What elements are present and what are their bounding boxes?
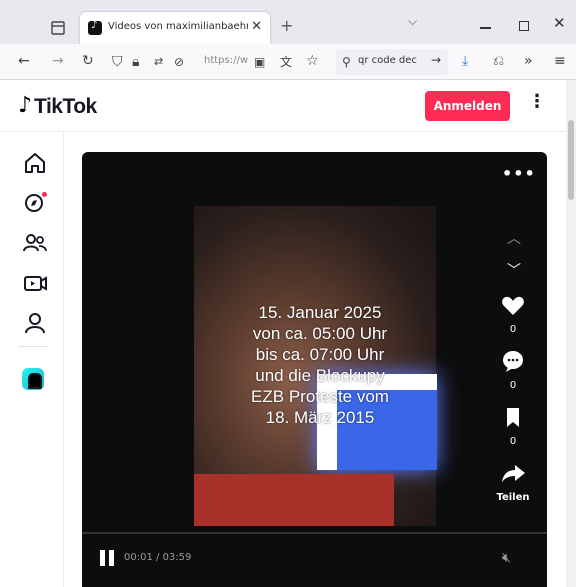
sidebar	[0, 132, 64, 587]
total-time: 03:59	[162, 552, 192, 563]
profile-icon[interactable]	[22, 310, 48, 336]
share-label: Teilen	[496, 492, 530, 503]
explore-item[interactable]	[22, 190, 48, 216]
tiktok-favicon-icon	[88, 20, 102, 35]
previous-video-chevron-icon[interactable]: ︿	[507, 228, 521, 248]
search-go-icon[interactable]: →	[431, 53, 441, 67]
permissions-icon[interactable]: ⇄	[154, 53, 163, 71]
more-options-icon[interactable]: ⋮	[528, 92, 546, 112]
lock-icon[interactable]: 🔒︎	[132, 53, 139, 71]
forward-icon[interactable]: →	[52, 52, 64, 70]
browser-nav-bar: ← → ↻ ⛉ 🔒︎ ⇄ ⊘ https://w ▣ 文 ☆ ⚲ qr code…	[0, 44, 576, 80]
login-button[interactable]: Anmelden	[425, 91, 510, 121]
back-icon[interactable]: ←	[18, 52, 30, 70]
caption-line: und die Blockupy	[255, 366, 385, 385]
tiktok-header: ♪ TikTok Anmelden ⋮	[0, 80, 566, 132]
bookmark-star-icon[interactable]: ☆	[306, 52, 319, 70]
video-player[interactable]: 15. Januar 2025 von ca. 05:00 Uhr bis ca…	[82, 152, 547, 587]
comment-count: 0	[509, 380, 517, 391]
next-video-chevron-icon[interactable]: ﹀	[507, 260, 521, 280]
app-root: Videos von maximilianbaehring ✕ + ⌵ ✕ ← …	[0, 0, 576, 587]
caption-line: 18. März 2015	[265, 408, 375, 427]
reader-view-icon[interactable]: ▣	[254, 53, 265, 71]
extensions-icon[interactable]: ⎌	[493, 52, 504, 70]
player-more-icon[interactable]: •••	[502, 164, 536, 183]
page-scrollbar[interactable]	[566, 80, 576, 587]
scrollbar-thumb[interactable]	[568, 120, 574, 200]
url-text[interactable]: https://w	[204, 55, 248, 66]
coin-icon[interactable]	[22, 368, 44, 390]
tab-overflow-chevron-icon[interactable]: ⌵	[408, 14, 417, 29]
shield-icon[interactable]: ⛉	[112, 53, 123, 71]
caption-line: von ca. 05:00 Uhr	[252, 324, 388, 343]
following-icon[interactable]	[22, 230, 48, 256]
playback-time: 00:01 / 03:59	[124, 552, 192, 563]
live-icon[interactable]	[22, 270, 48, 296]
window-maximize-icon[interactable]	[519, 21, 529, 31]
video-caption-overlay: 15. Januar 2025 von ca. 05:00 Uhr bis ca…	[202, 302, 438, 428]
like-action[interactable]: 0	[492, 294, 534, 335]
search-icon: ⚲	[342, 55, 351, 69]
search-query[interactable]: qr code dec	[358, 55, 417, 66]
video-progress-bar[interactable]	[82, 532, 547, 534]
window-close-icon[interactable]: ✕	[553, 14, 566, 32]
mute-icon[interactable]: 🔇︎	[502, 550, 511, 566]
new-tab-icon[interactable]: +	[280, 16, 293, 35]
browser-tab[interactable]: Videos von maximilianbaehring ✕	[80, 12, 270, 44]
downloads-icon[interactable]: ⤓	[462, 52, 468, 70]
home-icon[interactable]	[22, 150, 48, 176]
tab-list-icon[interactable]	[50, 20, 66, 36]
video-person-shirt	[194, 474, 394, 526]
share-icon	[502, 465, 525, 482]
comment-icon	[503, 351, 523, 372]
search-box[interactable]: ⚲ qr code dec →	[336, 49, 448, 75]
tiktok-logo[interactable]: TikTok	[34, 95, 97, 119]
browser-tab-bar: Videos von maximilianbaehring ✕ + ⌵ ✕	[0, 0, 576, 44]
window-minimize-icon[interactable]	[480, 27, 491, 29]
app-menu-icon[interactable]: ≡	[554, 52, 566, 70]
like-count: 0	[509, 324, 517, 335]
caption-line: bis ca. 07:00 Uhr	[255, 345, 385, 364]
overflow-menu-icon[interactable]: »	[524, 52, 533, 70]
caption-line: EZB Proteste vom	[251, 387, 389, 406]
tab-title: Videos von maximilianbaehring	[108, 21, 248, 32]
tiktok-logo-icon[interactable]: ♪	[18, 95, 32, 117]
notification-dot	[42, 192, 47, 197]
save-action[interactable]: 0	[492, 406, 534, 447]
reload-icon[interactable]: ↻	[82, 52, 94, 70]
share-action[interactable]: Teilen	[492, 462, 534, 503]
tracking-icon[interactable]: ⊘	[174, 53, 184, 71]
current-time: 00:01	[124, 552, 153, 563]
heart-icon	[502, 296, 524, 315]
save-count: 0	[509, 436, 517, 447]
bookmark-icon	[507, 408, 519, 427]
pause-icon[interactable]	[100, 550, 116, 566]
tab-close-icon[interactable]: ✕	[251, 19, 262, 34]
comment-action[interactable]: 0	[492, 350, 534, 391]
caption-line: 15. Januar 2025	[258, 303, 382, 322]
translate-icon[interactable]: 文	[280, 53, 292, 71]
sidebar-divider	[18, 346, 48, 347]
url-bar[interactable]: ⛉ 🔒︎ ⇄ ⊘ https://w ▣ 文 ☆	[108, 49, 328, 75]
